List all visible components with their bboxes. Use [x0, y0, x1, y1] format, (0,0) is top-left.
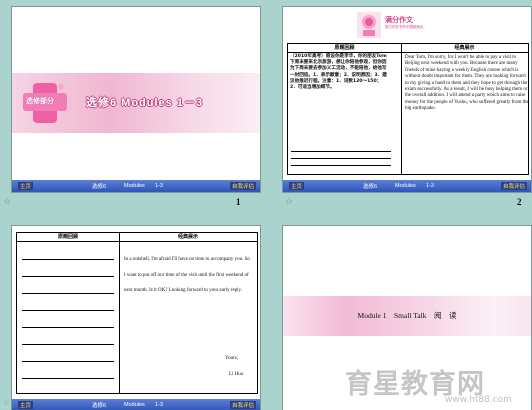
- self-assessment-button[interactable]: 自我评估: [229, 182, 256, 190]
- left-column-header: 原题回顾: [17, 233, 119, 242]
- slide-title: Module 1 Small Talk 阅 读: [357, 311, 457, 320]
- essay-text: In a nutshell, I'm afraid I'll have no t…: [124, 257, 250, 293]
- watermark-url: www.ht88.com: [445, 395, 512, 405]
- left-column-header: 原题回顾: [288, 44, 401, 53]
- blank-line: [22, 378, 114, 379]
- slide-title: 选修6 Modules 1－3: [86, 97, 204, 109]
- star-icon: ☆: [3, 398, 11, 407]
- footer-modules: Modules: [124, 183, 145, 189]
- slide-footer: 主页 选修6 Modules 1-3 自我评估: [12, 399, 260, 410]
- footer-range: 1-3: [155, 402, 163, 408]
- blank-line: [291, 165, 391, 166]
- self-assessment-button[interactable]: 自我评估: [500, 182, 527, 190]
- section-label: 选修部分: [26, 98, 54, 105]
- blank-line: [22, 310, 114, 311]
- page-number: 2: [517, 197, 522, 207]
- self-assessment-button[interactable]: 自我评估: [229, 401, 256, 409]
- slide-footer: 主页 选修6 Modules 1-3 自我评估: [283, 180, 531, 192]
- blank-line: [22, 361, 114, 362]
- blank-line: [291, 158, 391, 159]
- blank-line: [22, 327, 114, 328]
- home-button[interactable]: 主页: [18, 401, 34, 409]
- footer-course: 选修6: [92, 403, 107, 409]
- logo-subtitle: 助力你在写作中脱颖而出: [385, 25, 424, 29]
- footer-modules: Modules: [395, 183, 416, 189]
- blank-line: [22, 276, 114, 277]
- slide-1-thumbnail[interactable]: 选修部分 选修6 Modules 1－3 主页 选修6 Modules 1-3 …: [11, 6, 261, 193]
- essay-text: Dear Tom, I'm sorry, for I won't be able…: [405, 55, 529, 112]
- footer-range: 1-3: [155, 183, 163, 189]
- footer-range: 1-3: [426, 183, 434, 189]
- star-icon: ☆: [3, 196, 12, 206]
- home-button[interactable]: 主页: [18, 182, 34, 190]
- star-icon: ☆: [285, 196, 294, 206]
- slide-footer: 主页 选修6 Modules 1-3 自我评估: [12, 180, 260, 192]
- footer-course: 选修6: [92, 184, 107, 190]
- blank-line: [22, 293, 114, 294]
- column-divider: [119, 233, 120, 393]
- home-button[interactable]: 主页: [289, 182, 305, 190]
- blank-line: [22, 344, 114, 345]
- logo-title: 满分作文: [385, 17, 413, 24]
- page-number: 1: [236, 197, 241, 207]
- slide-2-thumbnail[interactable]: 满分作文 助力你在写作中脱颖而出 原题回顾 经典展示 （2010年高考）假设你是…: [282, 6, 532, 193]
- blank-line: [22, 259, 114, 260]
- right-column-header: 经典展示: [401, 44, 528, 53]
- sign-off: Yours,: [225, 356, 238, 361]
- column-divider: [401, 44, 402, 174]
- footer-course: 选修6: [363, 184, 378, 190]
- prompt-text: （2010年高考）假设你是李华，你的朋友Tom下周末要来北京旅游，想让你陪他参观…: [290, 54, 387, 91]
- slide-3-thumbnail[interactable]: 原题回顾 经典展示 In a nutshell, I'm afraid I'll…: [11, 225, 261, 410]
- blank-line: [291, 151, 391, 152]
- right-column-header: 经典展示: [119, 233, 257, 242]
- signature: Li Hua: [229, 372, 244, 377]
- footer-modules: Modules: [124, 402, 145, 408]
